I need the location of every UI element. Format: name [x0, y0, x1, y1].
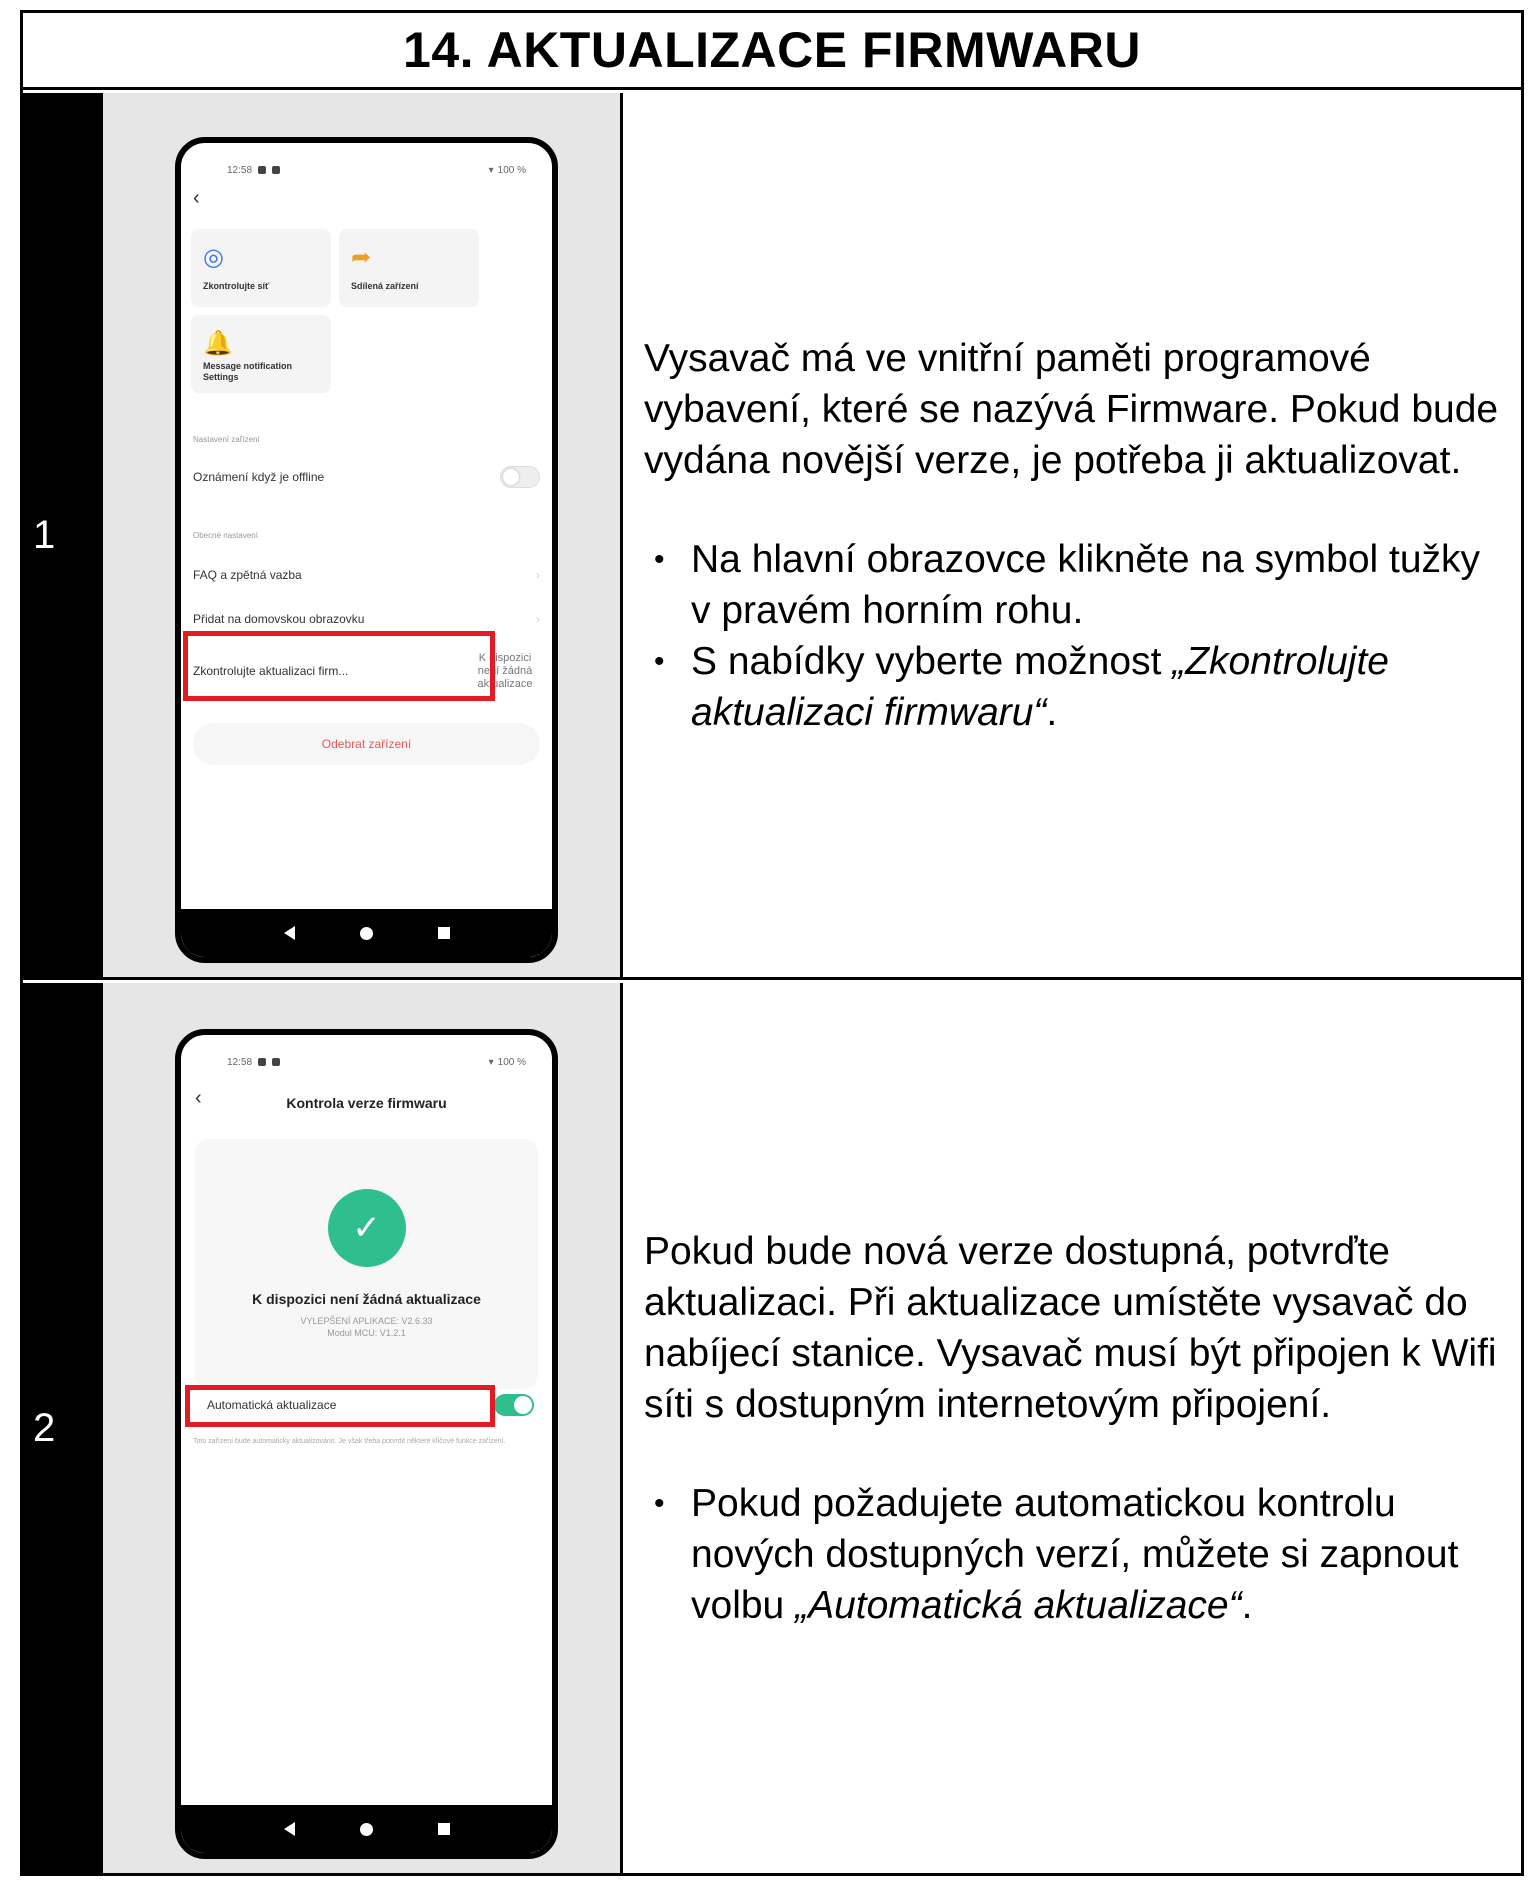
battery-level: 100 %	[497, 164, 526, 176]
tile-message-notification[interactable]: 🔔 Message notification Settings	[191, 315, 331, 393]
step-number-cell: 2	[23, 983, 103, 1873]
mcu-version: Modul MCU: V1.2.1	[327, 1328, 406, 1338]
nav-recent-icon[interactable]	[437, 1823, 450, 1835]
nav-recent-icon[interactable]	[437, 927, 450, 939]
tile-label: Zkontrolujte síť	[203, 281, 270, 291]
offline-toggle[interactable]	[500, 466, 540, 488]
chevron-right-icon: ›	[536, 612, 540, 626]
instruction-cell: Vysavač má ve vnitřní paměti programové …	[626, 93, 1521, 977]
auto-update-note: Toto zařízení bude automaticky aktualizo…	[193, 1438, 506, 1445]
nav-home-icon[interactable]	[359, 1822, 373, 1836]
status-bar: 12:58 ▾ 100 %	[227, 163, 526, 177]
auto-update-toggle[interactable]	[494, 1394, 534, 1416]
screen-title: Kontrola verze firmwaru	[286, 1095, 447, 1111]
network-check-icon: ◎	[203, 244, 224, 271]
android-navbar	[181, 1805, 552, 1853]
no-update-title: K dispozici není žádná aktualizace	[252, 1291, 481, 1307]
status-time: 12:58	[227, 1056, 253, 1068]
instruction-intro: Vysavač má ve vnitřní paměti programové …	[644, 336, 1499, 482]
manual-page: 14. AKTUALIZACE FIRMWARU 1 12:58 ▾ 100 % …	[20, 10, 1524, 1876]
instruction-cell: Pokud bude nová verze dostupná, potvrďte…	[626, 983, 1521, 1873]
bullet-emphasis: „Automatická aktualizace“	[795, 1583, 1242, 1627]
highlight-box	[183, 631, 495, 701]
notification-icon	[258, 1058, 267, 1066]
instruction-bullets: Pokud požadujete automatickou kontrolu n…	[644, 1478, 1507, 1631]
check-icon: ✓	[327, 1189, 406, 1267]
step-number: 2	[33, 1405, 56, 1450]
row-label: FAQ a zpětná vazba	[193, 568, 302, 582]
android-navbar	[181, 909, 552, 957]
notification-icon	[258, 166, 267, 174]
tile-label: Sdílená zařízení	[351, 281, 419, 291]
nav-back-icon[interactable]	[283, 926, 295, 940]
faq-row[interactable]: FAQ a zpětná vazba ›	[193, 561, 540, 589]
phone-screenshot: 12:58 ▾ 100 % ‹ ◎ Zkontrolujte síť ➦ Sdíl…	[175, 137, 558, 963]
screenshot-cell: 12:58 ▾ 100 % ‹ Kontrola verze firmwaru ✓…	[103, 983, 623, 1873]
notification-icon	[272, 166, 281, 174]
status-time: 12:58	[227, 164, 253, 176]
bullet-text: .	[1241, 1583, 1253, 1627]
tile-shared-devices[interactable]: ➦ Sdílená zařízení	[339, 229, 479, 307]
row-label: Oznámení když je offline	[193, 470, 325, 484]
step-number-cell: 1	[23, 93, 103, 977]
step-row-1: 1 12:58 ▾ 100 % ‹ ◎ Zkontrolujte síť ➦ Sd…	[23, 93, 1521, 980]
bullet-item: S nabídky vyberte možnost „Zkontrolujte …	[644, 636, 1507, 738]
highlight-box	[185, 1385, 495, 1427]
offline-notification-row[interactable]: Oznámení když je offline	[193, 463, 540, 491]
chevron-left-icon[interactable]: ‹	[193, 187, 200, 210]
bullet-item: Pokud požadujete automatickou kontrolu n…	[644, 1478, 1507, 1631]
status-bar: 12:58 ▾ 100 %	[227, 1055, 526, 1069]
nav-home-icon[interactable]	[359, 926, 373, 940]
remove-device-button[interactable]: Odebrat zařízení	[193, 723, 540, 765]
remove-label: Odebrat zařízení	[321, 737, 412, 751]
phone-screenshot: 12:58 ▾ 100 % ‹ Kontrola verze firmwaru ✓…	[175, 1029, 558, 1859]
row-label: Přidat na domovskou obrazovku	[193, 612, 365, 626]
tile-network-check[interactable]: ◎ Zkontrolujte síť	[191, 229, 331, 307]
section-header: Obecné nastavení	[193, 531, 258, 540]
screenshot-cell: 12:58 ▾ 100 % ‹ ◎ Zkontrolujte síť ➦ Sdíl…	[103, 93, 623, 977]
app-version: VYLEPŠENÍ APLIKACE: V2.6.33	[300, 1316, 433, 1326]
notification-icon	[272, 1058, 281, 1066]
firmware-status-card: ✓ K dispozici není žádná aktualizace VYL…	[195, 1139, 538, 1389]
share-arrow-icon: ➦	[351, 244, 372, 271]
bullet-text: S nabídky vyberte možnost	[691, 639, 1173, 683]
step-row-2: 2 12:58 ▾ 100 % ‹ Kontrola verze firmwaru…	[23, 983, 1521, 1873]
bell-icon: 🔔	[203, 330, 233, 357]
battery-level: 100 %	[497, 1056, 526, 1068]
tile-label: Message notification Settings	[203, 361, 293, 382]
wifi-icon: ▾	[488, 164, 494, 176]
instruction-intro: Pokud bude nová verze dostupná, potvrďte…	[644, 1229, 1497, 1426]
bullet-text: .	[1046, 690, 1058, 734]
chevron-right-icon: ›	[536, 568, 540, 582]
nav-back-icon[interactable]	[283, 1822, 295, 1836]
bullet-text: Na hlavní obrazovce klikněte na symbol t…	[691, 537, 1481, 632]
add-home-screen-row[interactable]: Přidat na domovskou obrazovku ›	[193, 605, 540, 633]
section-header: Nastavení zařízení	[193, 435, 260, 444]
bullet-item: Na hlavní obrazovce klikněte na symbol t…	[644, 534, 1507, 636]
page-title: 14. AKTUALIZACE FIRMWARU	[403, 22, 1141, 78]
wifi-icon: ▾	[488, 1056, 494, 1068]
title-row: 14. AKTUALIZACE FIRMWARU	[23, 13, 1521, 90]
instruction-bullets: Na hlavní obrazovce klikněte na symbol t…	[644, 534, 1507, 738]
step-number: 1	[33, 512, 56, 557]
